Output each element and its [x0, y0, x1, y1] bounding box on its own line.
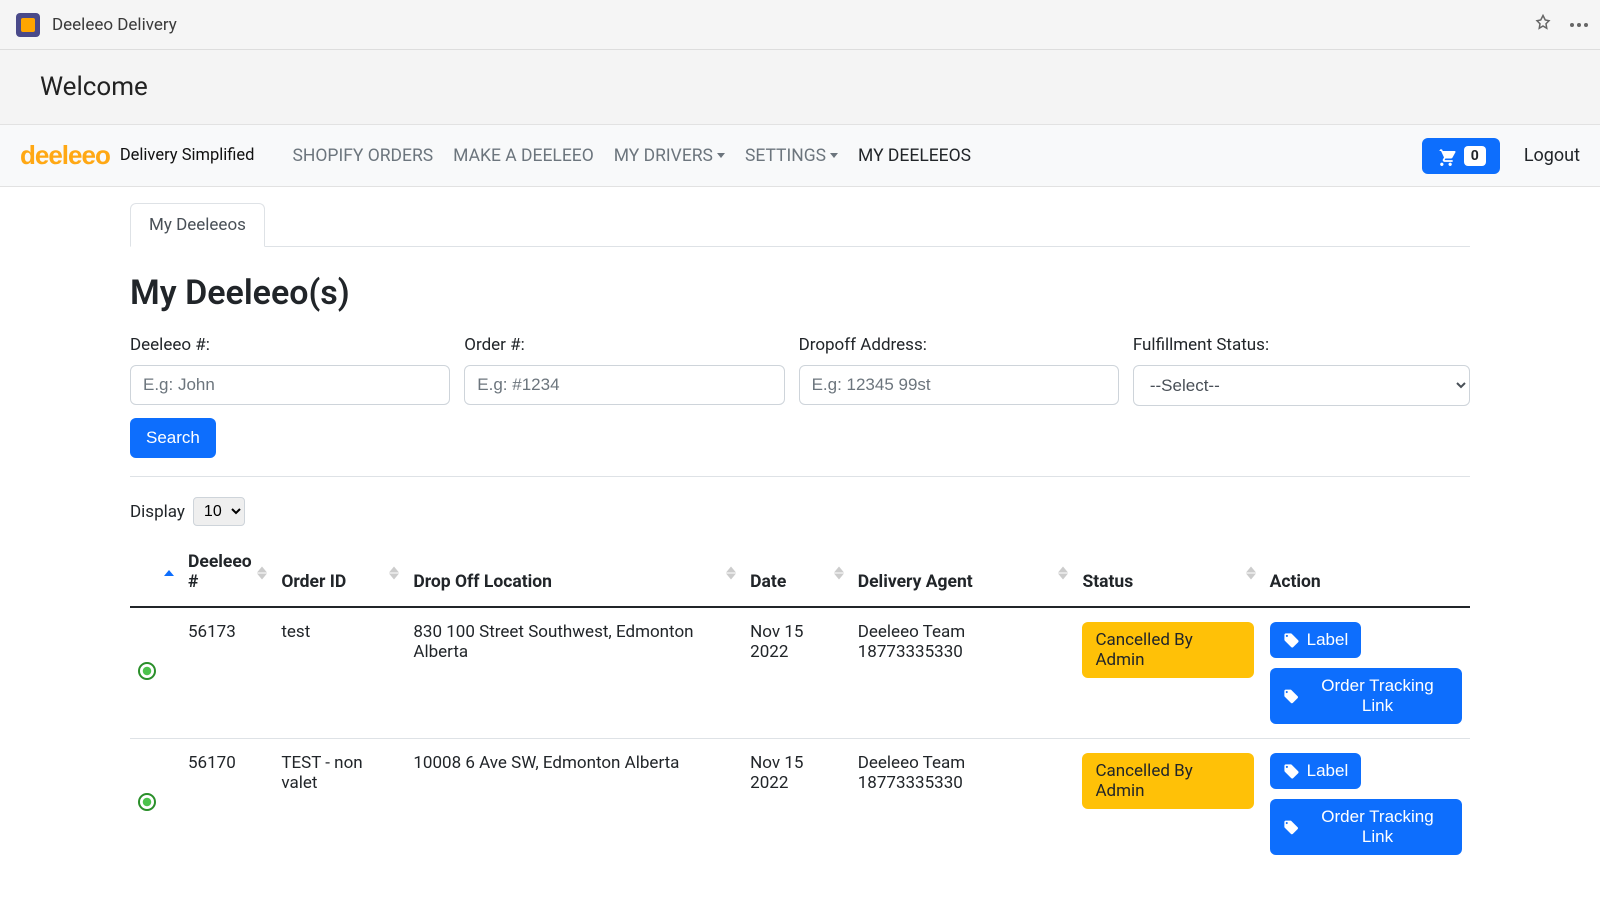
tag-icon [1283, 763, 1300, 780]
nav-settings[interactable]: SETTINGS [735, 138, 848, 174]
status-select[interactable]: --Select-- [1133, 365, 1470, 406]
cell-action: Label Order Tracking Link [1262, 739, 1470, 870]
tag-icon [1283, 632, 1300, 649]
nav-settings-label: SETTINGS [745, 146, 826, 166]
brand-tagline: Delivery Simplified [120, 146, 255, 165]
table-row: 56173 test 830 100 Street Southwest, Edm… [130, 607, 1470, 739]
chevron-down-icon [830, 153, 838, 158]
page-title: My Deeleeo(s) [130, 273, 1470, 313]
divider [130, 476, 1470, 477]
filter-row: Deeleeo #: Order #: Dropoff Address: Ful… [130, 335, 1470, 406]
deeleeo-num-label: Deeleeo #: [130, 335, 450, 355]
order-num-label: Order #: [464, 335, 784, 355]
display-select[interactable]: 10 [193, 497, 245, 526]
col-deeleeo-num[interactable]: Deeleeo # [180, 540, 273, 607]
display-row: Display 10 [130, 497, 1470, 526]
main-nav: deeleeo Delivery Simplified SHOPIFY ORDE… [0, 125, 1600, 187]
nav-my-drivers-label: MY DRIVERS [614, 146, 713, 166]
browser-header: Deeleeo Delivery [0, 0, 1600, 50]
label-button[interactable]: Label [1270, 753, 1362, 789]
sort-icon [257, 567, 267, 580]
col-agent[interactable]: Delivery Agent [850, 540, 1075, 607]
cell-agent: Deeleeo Team 18773335330 [850, 739, 1075, 870]
cell-drop-off: 830 100 Street Southwest, Edmonton Alber… [405, 607, 742, 739]
dropoff-label: Dropoff Address: [799, 335, 1119, 355]
status-badge: Cancelled By Admin [1082, 753, 1253, 809]
sort-icon [1058, 567, 1068, 580]
welcome-heading: Welcome [0, 50, 1600, 125]
dropoff-input[interactable] [799, 365, 1119, 405]
sort-icon [164, 570, 174, 576]
cell-order-id: test [273, 607, 405, 739]
cell-agent: Deeleeo Team 18773335330 [850, 607, 1075, 739]
deeleeo-num-input[interactable] [130, 365, 450, 405]
cell-deeleeo-num: 56173 [180, 607, 273, 739]
sort-icon [389, 567, 399, 580]
search-button[interactable]: Search [130, 418, 216, 458]
tracking-link-button[interactable]: Order Tracking Link [1270, 668, 1462, 724]
tabs: My Deeleeos [130, 187, 1470, 247]
order-num-input[interactable] [464, 365, 784, 405]
sort-icon [726, 567, 736, 580]
more-icon[interactable] [1570, 23, 1588, 27]
cart-button[interactable]: 0 [1422, 138, 1500, 174]
col-drop-off[interactable]: Drop Off Location [405, 540, 742, 607]
cart-count: 0 [1464, 146, 1486, 166]
status-label: Fulfillment Status: [1133, 335, 1470, 355]
col-expand[interactable] [130, 540, 180, 607]
sort-icon [834, 567, 844, 580]
expand-icon[interactable] [138, 662, 156, 680]
col-status[interactable]: Status [1074, 540, 1261, 607]
sort-icon [1246, 567, 1256, 580]
nav-my-drivers[interactable]: MY DRIVERS [604, 138, 735, 174]
cell-order-id: TEST - non valet [273, 739, 405, 870]
label-button[interactable]: Label [1270, 622, 1362, 658]
brand-logo: deeleeo [20, 140, 110, 171]
col-action: Action [1262, 540, 1470, 607]
tag-icon [1283, 688, 1299, 705]
app-icon [16, 13, 40, 37]
status-badge: Cancelled By Admin [1082, 622, 1253, 678]
col-order-id[interactable]: Order ID [273, 540, 405, 607]
cell-status: Cancelled By Admin [1074, 607, 1261, 739]
logout-link[interactable]: Logout [1524, 145, 1580, 166]
cell-deeleeo-num: 56170 [180, 739, 273, 870]
nav-my-deeleeos[interactable]: MY DEELEEOS [848, 138, 981, 174]
table-row: 56170 TEST - non valet 10008 6 Ave SW, E… [130, 739, 1470, 870]
cell-status: Cancelled By Admin [1074, 739, 1261, 870]
chevron-down-icon [717, 153, 725, 158]
deeleeos-table: Deeleeo # Order ID Drop Off Location Dat… [130, 540, 1470, 869]
expand-icon[interactable] [138, 793, 156, 811]
cell-drop-off: 10008 6 Ave SW, Edmonton Alberta [405, 739, 742, 870]
cart-icon [1436, 146, 1456, 166]
col-date[interactable]: Date [742, 540, 850, 607]
tracking-link-button[interactable]: Order Tracking Link [1270, 799, 1462, 855]
app-title: Deeleeo Delivery [52, 15, 177, 35]
display-label: Display [130, 502, 185, 522]
cell-action: Label Order Tracking Link [1262, 607, 1470, 739]
tag-icon [1283, 819, 1299, 836]
nav-shopify-orders[interactable]: SHOPIFY ORDERS [282, 138, 443, 174]
cell-date: Nov 15 2022 [742, 739, 850, 870]
tab-my-deeleeos[interactable]: My Deeleeos [130, 203, 265, 247]
cell-date: Nov 15 2022 [742, 607, 850, 739]
nav-make-deeleeo[interactable]: MAKE A DEELEEO [443, 138, 604, 174]
pin-icon[interactable] [1534, 14, 1552, 36]
